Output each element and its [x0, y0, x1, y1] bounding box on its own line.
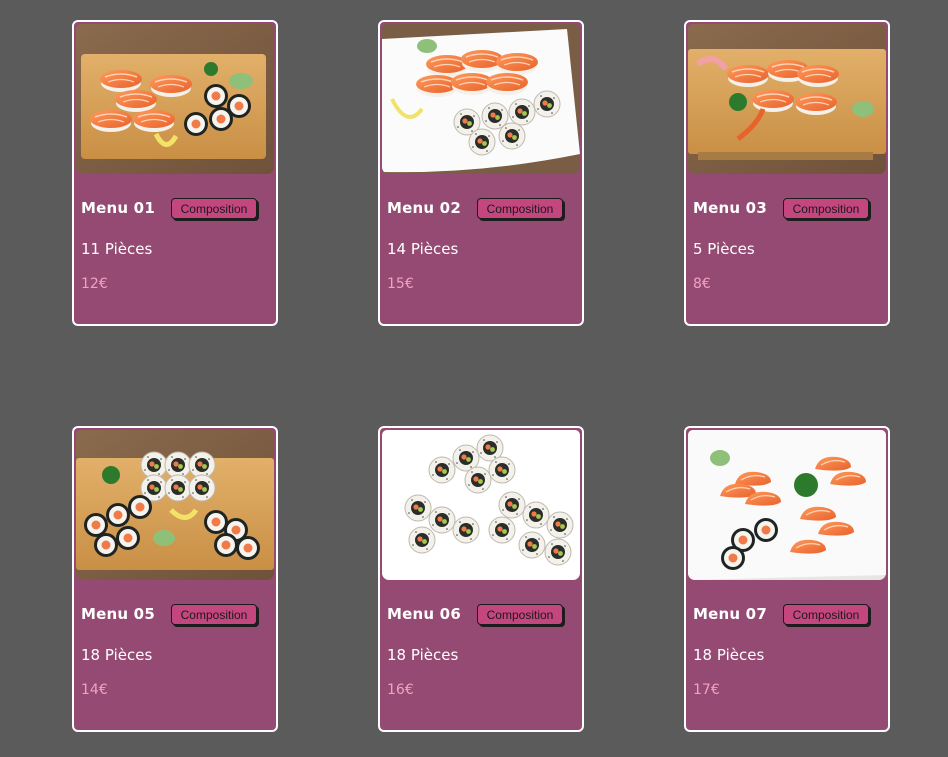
piece-count: 14 Pièces [387, 240, 459, 258]
piece-count: 5 Pièces [693, 240, 755, 258]
menu-title: Menu 02 [387, 199, 461, 217]
menu-card[interactable]: Menu 03 Composition 5 Pièces 8€ [684, 20, 890, 326]
sashimi-plate-photo[interactable] [688, 430, 886, 580]
composition-button[interactable]: Composition [477, 604, 563, 625]
composition-button[interactable]: Composition [783, 604, 869, 625]
menu-price: 15€ [387, 276, 414, 292]
piece-count: 18 Pièces [693, 646, 765, 664]
menu-title: Menu 07 [693, 605, 767, 623]
menu-price: 16€ [387, 682, 414, 698]
sushi-board-photo[interactable] [688, 24, 886, 174]
composition-button[interactable]: Composition [171, 198, 257, 219]
menu-price: 17€ [693, 682, 720, 698]
composition-button[interactable]: Composition [477, 198, 563, 219]
menu-title: Menu 03 [693, 199, 767, 217]
menu-price: 14€ [81, 682, 108, 698]
menu-title: Menu 06 [387, 605, 461, 623]
menu-card[interactable]: Menu 02 Composition 14 Pièces 15€ [378, 20, 584, 326]
piece-count: 18 Pièces [387, 646, 459, 664]
piece-count: 11 Pièces [81, 240, 153, 258]
menu-card[interactable]: Menu 06 Composition 18 Pièces 16€ [378, 426, 584, 732]
menu-card[interactable]: Menu 05 Composition 18 Pièces 14€ [72, 426, 278, 732]
menu-title: Menu 05 [81, 605, 155, 623]
menu-title: Menu 01 [81, 199, 155, 217]
composition-button[interactable]: Composition [783, 198, 869, 219]
maki-board-photo[interactable] [76, 430, 274, 580]
menu-card[interactable]: Menu 07 Composition 18 Pièces 17€ [684, 426, 890, 732]
california-rolls-photo[interactable] [382, 430, 580, 580]
menu-grid: Menu 01 Composition 11 Pièces 12€ Menu 0… [0, 0, 948, 757]
menu-price: 12€ [81, 276, 108, 292]
menu-card[interactable]: Menu 01 Composition 11 Pièces 12€ [72, 20, 278, 326]
sushi-board-photo[interactable] [76, 24, 274, 174]
menu-price: 8€ [693, 276, 711, 292]
composition-button[interactable]: Composition [171, 604, 257, 625]
piece-count: 18 Pièces [81, 646, 153, 664]
sushi-plate-photo[interactable] [382, 24, 580, 174]
